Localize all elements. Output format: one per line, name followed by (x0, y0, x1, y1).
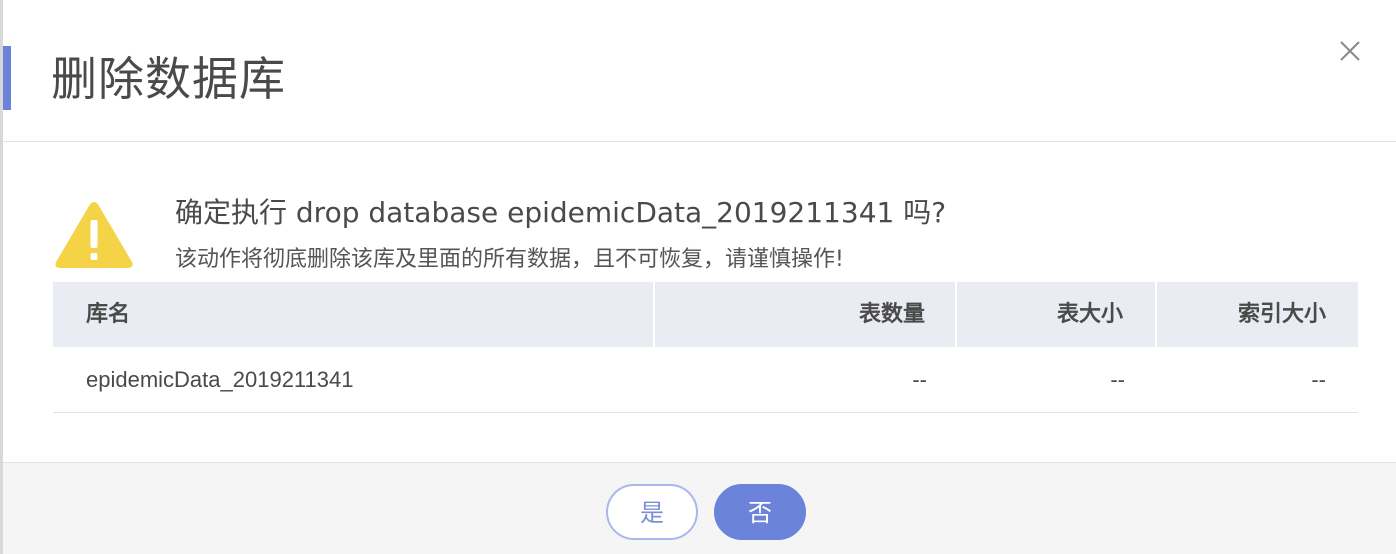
close-icon (1340, 41, 1360, 61)
dialog-footer (3, 462, 1396, 554)
cell-table-size: -- (1110, 367, 1125, 392)
close-button[interactable] (1333, 34, 1367, 68)
column-header-table-count: 表数量 (655, 282, 957, 347)
column-header-db-name: 库名 (53, 282, 655, 347)
column-header-table-size: 表大小 (957, 282, 1157, 347)
cell-table-count: -- (912, 367, 927, 392)
table-header: 库名 表数量 表大小 索引大小 (53, 282, 1358, 347)
database-info-table: 库名 表数量 表大小 索引大小 epidemicData_2019211341 … (53, 282, 1358, 413)
cell-index-size: -- (1311, 367, 1326, 392)
delete-database-dialog: 删除数据库 确定执行 drop database epidemicData_20… (0, 0, 1396, 554)
yes-button[interactable]: 是 (606, 484, 698, 540)
warning-triangle-icon (53, 198, 135, 270)
no-button[interactable]: 否 (714, 484, 806, 540)
cell-db-name: epidemicData_2019211341 (86, 367, 354, 392)
table-row: epidemicData_2019211341 -- -- -- (53, 347, 1358, 413)
column-header-index-size: 索引大小 (1237, 302, 1326, 327)
confirm-question: 确定执行 drop database epidemicData_20192113… (175, 196, 947, 229)
dialog-title: 删除数据库 (51, 52, 286, 106)
title-accent-bar (3, 46, 11, 110)
header-divider (3, 141, 1396, 142)
warning-message: 该动作将彻底删除该库及里面的所有数据，且不可恢复，请谨慎操作! (175, 247, 844, 272)
